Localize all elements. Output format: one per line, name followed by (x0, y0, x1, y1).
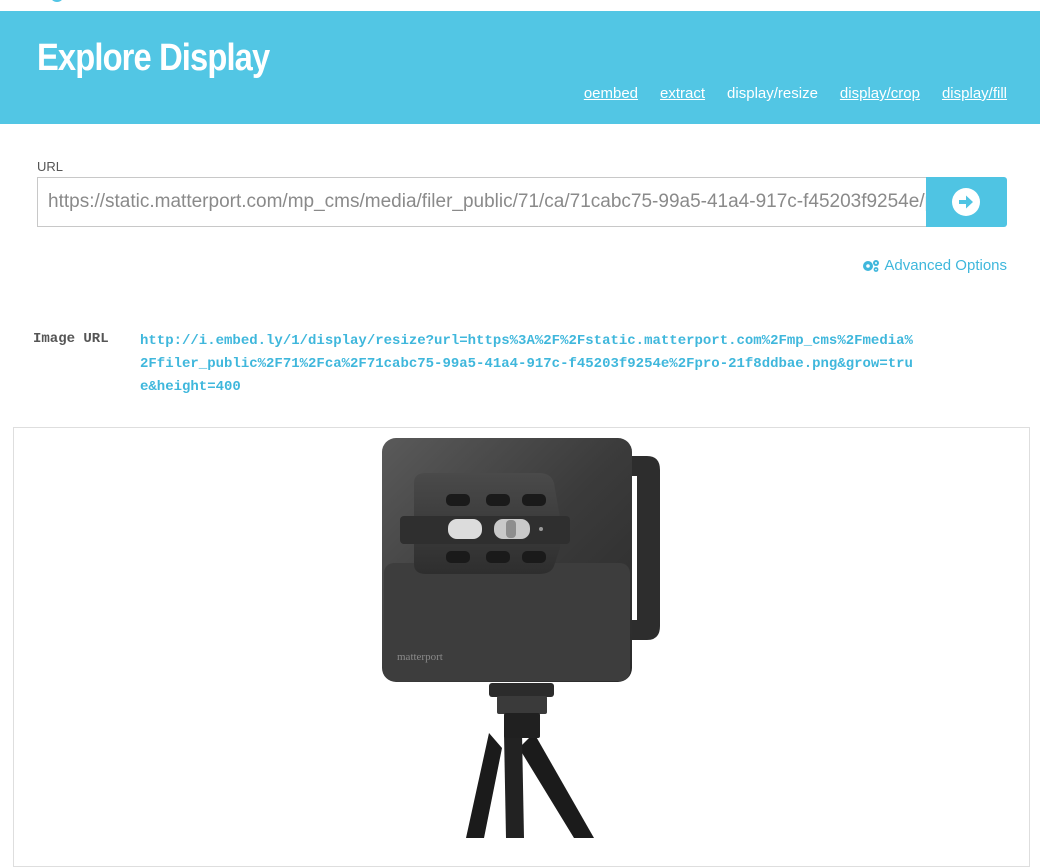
image-url-line: e&height=400 (140, 379, 241, 395)
image-url-line: http://i.embed.ly/1/display/resize?url=h… (140, 333, 913, 349)
url-input[interactable]: https://static.matterport.com/mp_cms/med… (37, 177, 926, 227)
image-url-label: Image URL (33, 331, 109, 347)
nav-item-display-resize[interactable]: display/resize (727, 85, 818, 102)
gears-icon (863, 259, 880, 272)
nav-item-extract[interactable]: extract (660, 85, 705, 102)
advanced-options-label: Advanced Options (884, 257, 1007, 274)
nav-item-display-crop[interactable]: display/crop (840, 85, 920, 102)
advanced-options-link[interactable]: Advanced Options (862, 257, 1007, 274)
nav-item-oembed[interactable]: oembed (584, 85, 638, 102)
url-label: URL (37, 159, 64, 174)
camera-brand-text: matterport (397, 651, 443, 663)
image-url-value[interactable]: http://i.embed.ly/1/display/resize?url=h… (140, 330, 1010, 399)
camera-image: matterport (382, 438, 660, 838)
image-preview: matterport (13, 427, 1030, 867)
logo-fragment (50, 0, 64, 2)
endpoint-nav: oembed extract display/resize display/cr… (562, 85, 1007, 102)
page-title: Explore Display (37, 37, 270, 79)
nav-item-display-fill[interactable]: display/fill (942, 85, 1007, 102)
arrow-circle-right-icon (952, 188, 980, 216)
top-strip (0, 0, 1040, 11)
submit-button[interactable] (926, 177, 1007, 227)
image-url-line: 2Ffiler_public%2F71%2Fca%2F71cabc75-99a5… (140, 356, 913, 372)
page-header: Explore Display oembed extract display/r… (0, 11, 1040, 124)
